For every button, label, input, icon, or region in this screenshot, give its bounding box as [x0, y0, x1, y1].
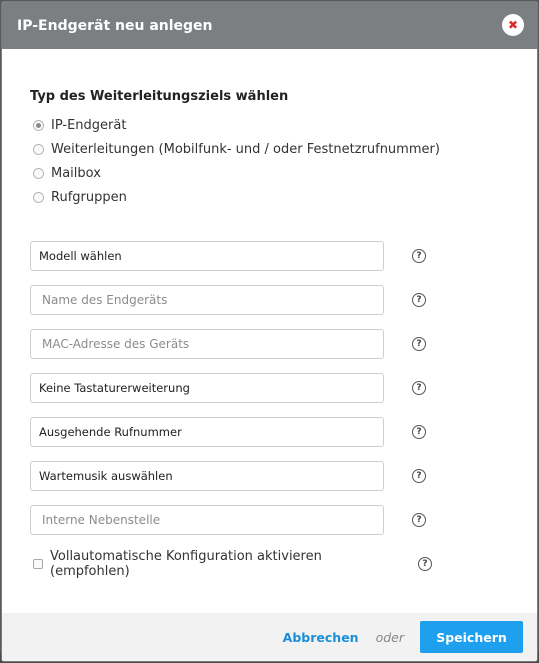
- model-select-value: Modell wählen: [39, 249, 122, 263]
- help-icon[interactable]: ?: [412, 425, 426, 439]
- close-button[interactable]: ✖: [502, 14, 524, 36]
- save-button[interactable]: Speichern: [420, 621, 523, 653]
- cancel-link[interactable]: Abbrechen: [283, 630, 359, 645]
- device-name-field: [30, 285, 384, 315]
- or-separator: oder: [375, 629, 404, 645]
- radio-button[interactable]: [33, 143, 44, 155]
- mac-address-input[interactable]: [39, 330, 383, 358]
- field-row-hold-music: Wartemusik auswählen ?: [30, 454, 537, 498]
- radio-option-forwarding[interactable]: Weiterleitungen (Mobilfunk- und / oder F…: [30, 137, 537, 161]
- dialog-header: IP-Endgerät neu anlegen ✖: [2, 2, 537, 49]
- radio-option-ring-groups[interactable]: Rufgruppen: [30, 185, 537, 209]
- radio-label: Weiterleitungen (Mobilfunk- und / oder F…: [51, 141, 440, 157]
- help-icon[interactable]: ?: [412, 337, 426, 351]
- auto-config-label: Vollautomatische Konfiguration aktiviere…: [50, 549, 322, 579]
- dialog-body: Typ des Weiterleitungsziels wählen IP-En…: [2, 89, 537, 581]
- radio-button[interactable]: [33, 167, 44, 179]
- help-icon[interactable]: ?: [412, 469, 426, 483]
- target-type-radio-group: IP-Endgerät Weiterleitungen (Mobilfunk- …: [30, 113, 537, 209]
- field-row-keyboard-extension: Keine Tastaturerweiterung ?: [30, 366, 537, 410]
- keyboard-extension-value: Keine Tastaturerweiterung: [39, 381, 190, 395]
- dialog-title: IP-Endgerät neu anlegen: [17, 17, 213, 34]
- hold-music-select[interactable]: Wartemusik auswählen: [30, 461, 384, 491]
- keyboard-extension-select[interactable]: Keine Tastaturerweiterung: [30, 373, 384, 403]
- help-icon[interactable]: ?: [412, 513, 426, 527]
- radio-label: Mailbox: [51, 165, 101, 181]
- auto-config-checkbox[interactable]: [33, 559, 43, 569]
- field-row-outgoing-number: Ausgehende Rufnummer ?: [30, 410, 537, 454]
- auto-config-row[interactable]: Vollautomatische Konfiguration aktiviere…: [30, 547, 537, 581]
- dialog-footer: Abbrechen oder Speichern: [2, 613, 537, 661]
- field-row-model: Modell wählen ?: [30, 234, 537, 278]
- radio-label: Rufgruppen: [51, 189, 127, 205]
- field-row-mac-address: ?: [30, 322, 537, 366]
- outgoing-number-value: Ausgehende Rufnummer: [39, 425, 182, 439]
- device-name-input[interactable]: [39, 286, 383, 314]
- model-select[interactable]: Modell wählen: [30, 241, 384, 271]
- section-title: Typ des Weiterleitungsziels wählen: [30, 89, 289, 104]
- mac-address-field: [30, 329, 384, 359]
- internal-extension-input[interactable]: [39, 506, 383, 534]
- hold-music-value: Wartemusik auswählen: [39, 469, 173, 483]
- help-icon[interactable]: ?: [418, 557, 432, 571]
- radio-option-mailbox[interactable]: Mailbox: [30, 161, 537, 185]
- device-form-fields: Modell wählen ? ? ? Keine Tastaturerweit…: [30, 234, 537, 542]
- help-icon[interactable]: ?: [412, 293, 426, 307]
- outgoing-number-select[interactable]: Ausgehende Rufnummer: [30, 417, 384, 447]
- field-row-device-name: ?: [30, 278, 537, 322]
- internal-extension-field: [30, 505, 384, 535]
- create-ip-device-dialog: IP-Endgerät neu anlegen ✖ Typ des Weiter…: [1, 1, 538, 662]
- radio-button-checked[interactable]: [33, 119, 44, 131]
- help-icon[interactable]: ?: [412, 249, 426, 263]
- radio-label: IP-Endgerät: [51, 117, 127, 133]
- help-icon[interactable]: ?: [412, 381, 426, 395]
- radio-option-ip-device[interactable]: IP-Endgerät: [30, 113, 537, 137]
- field-row-internal-extension: ?: [30, 498, 537, 542]
- close-icon: ✖: [507, 18, 519, 32]
- radio-button[interactable]: [33, 191, 44, 203]
